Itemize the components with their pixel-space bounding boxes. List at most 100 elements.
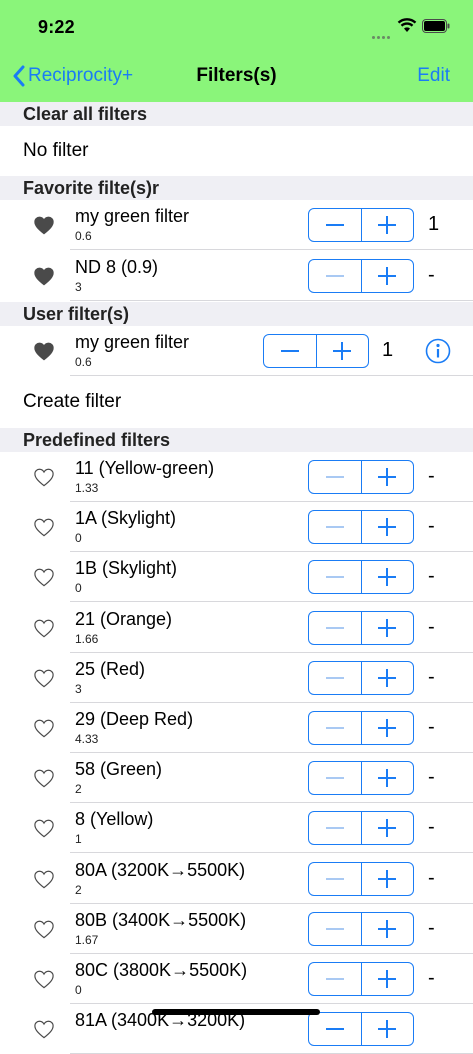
filter-row[interactable]: 80B (3400K→5500K) 1.67 - (0, 903, 473, 954)
increment-button[interactable] (360, 260, 414, 292)
increment-button[interactable] (360, 862, 414, 895)
decrement-button[interactable] (309, 963, 361, 995)
decrement-button[interactable] (309, 712, 361, 744)
minus-icon (280, 350, 299, 352)
decrement-button[interactable] (309, 612, 361, 644)
filter-row[interactable]: my green filter 0.6 1 (0, 200, 473, 250)
quantity-stepper[interactable] (308, 259, 414, 293)
edit-button[interactable]: Edit (417, 65, 450, 87)
quantity-stepper[interactable] (308, 962, 414, 996)
decrement-button[interactable] (309, 511, 361, 543)
decrement-button[interactable] (309, 1013, 361, 1045)
section-header-user: User filter(s) (0, 302, 473, 326)
filter-name: 25 (Red) (75, 658, 146, 679)
quantity-stepper[interactable] (308, 208, 414, 242)
section-header-label: Predefined filters (23, 430, 171, 450)
filter-row[interactable]: my green filter 0.6 1 (0, 326, 473, 376)
increment-button[interactable] (360, 461, 414, 493)
filter-row[interactable]: 1A (Skylight) 0 - (0, 502, 473, 553)
heart-outline-icon[interactable] (33, 1019, 55, 1039)
heart-filled-icon[interactable] (33, 341, 55, 361)
quantity-stepper[interactable] (308, 660, 414, 695)
heart-filled-icon[interactable] (33, 266, 55, 286)
increment-button[interactable] (360, 812, 414, 845)
heart-outline-icon[interactable] (33, 567, 55, 587)
decrement-button[interactable] (309, 561, 361, 593)
plus-icon (378, 618, 397, 637)
increment-button[interactable] (360, 611, 414, 644)
increment-button[interactable] (315, 335, 369, 367)
filter-value: 0.6 (75, 229, 92, 243)
quantity-stepper[interactable] (308, 761, 414, 796)
minus-icon (325, 676, 344, 679)
quantity-stepper[interactable] (263, 334, 369, 368)
increment-button[interactable] (360, 912, 414, 945)
section-header-label: Clear all filters (23, 104, 148, 124)
create-filter-row[interactable]: Create filter (0, 377, 473, 425)
quantity-stepper[interactable] (308, 911, 414, 946)
increment-button[interactable] (360, 209, 414, 241)
heart-outline-icon[interactable] (33, 467, 55, 487)
heart-outline-icon[interactable] (33, 768, 55, 788)
heart-outline-icon[interactable] (33, 668, 55, 688)
filter-count: - (428, 665, 435, 688)
heart-outline-icon[interactable] (33, 869, 55, 889)
decrement-button[interactable] (309, 812, 361, 844)
filter-count: - (428, 967, 435, 989)
filter-row[interactable]: 11 (Yellow-green) 1.33 - (0, 452, 473, 502)
info-icon[interactable] (425, 338, 451, 364)
row-separator (70, 249, 473, 250)
filter-value: 1 (75, 832, 82, 847)
filter-name: 80C (3800K→5500K) (75, 960, 248, 980)
decrement-button[interactable] (309, 461, 361, 493)
quantity-stepper[interactable] (308, 811, 414, 846)
quantity-stepper[interactable] (308, 861, 414, 896)
increment-button[interactable] (360, 963, 414, 995)
quantity-stepper[interactable] (308, 560, 414, 595)
section-header-label: User filter(s) (23, 304, 130, 324)
decrement-button[interactable] (309, 863, 361, 895)
filter-row[interactable]: 80C (3800K→5500K) 0 - (0, 954, 473, 1004)
navigation-bar: Reciprocity+ Filters(s) Edit (0, 56, 473, 102)
quantity-stepper[interactable] (308, 460, 414, 494)
increment-button[interactable] (360, 561, 414, 594)
heart-outline-icon[interactable] (33, 517, 55, 537)
decrement-button[interactable] (264, 335, 316, 367)
heart-outline-icon[interactable] (33, 969, 55, 989)
decrement-button[interactable] (309, 209, 361, 241)
decrement-button[interactable] (309, 913, 361, 945)
filter-row[interactable]: 80A (3200K→5500K) 2 - (0, 853, 473, 904)
no-filter-row[interactable]: No filter (0, 126, 473, 174)
heart-outline-icon[interactable] (33, 919, 55, 939)
heart-outline-icon[interactable] (33, 718, 55, 738)
filter-row[interactable]: 21 (Orange) 1.66 - (0, 602, 473, 653)
quantity-stepper[interactable] (308, 1012, 414, 1047)
filter-row[interactable]: 1B (Skylight) 0 - (0, 552, 473, 603)
increment-button[interactable] (360, 1013, 414, 1046)
quantity-stepper[interactable] (308, 610, 414, 645)
filter-row[interactable]: 58 (Green) 2 - (0, 753, 473, 804)
filter-row[interactable]: 8 (Yellow) 1 - (0, 803, 473, 854)
plus-icon (378, 919, 397, 938)
decrement-button[interactable] (309, 762, 361, 794)
quantity-stepper[interactable] (308, 711, 414, 745)
increment-button[interactable] (360, 511, 414, 544)
status-bar: 9:22 (0, 0, 473, 56)
filter-row[interactable]: ND 8 (0.9) 3 - (0, 251, 473, 301)
increment-button[interactable] (360, 762, 414, 795)
filter-name: 80A (3200K→5500K) (75, 859, 246, 880)
quantity-stepper[interactable] (308, 510, 414, 545)
increment-button[interactable] (360, 661, 414, 694)
minus-icon (325, 777, 344, 780)
decrement-button[interactable] (309, 260, 361, 292)
heart-outline-icon[interactable] (33, 618, 55, 638)
filter-row[interactable]: 29 (Deep Red) 4.33 - (0, 703, 473, 753)
filter-row[interactable]: 25 (Red) 3 - (0, 652, 473, 703)
section-header-label: Favorite filte(s)r (23, 178, 160, 198)
plus-icon (378, 869, 397, 888)
increment-button[interactable] (360, 712, 414, 744)
heart-outline-icon[interactable] (33, 818, 55, 838)
heart-filled-icon[interactable] (33, 215, 55, 235)
row-separator (70, 300, 473, 301)
decrement-button[interactable] (309, 662, 361, 694)
